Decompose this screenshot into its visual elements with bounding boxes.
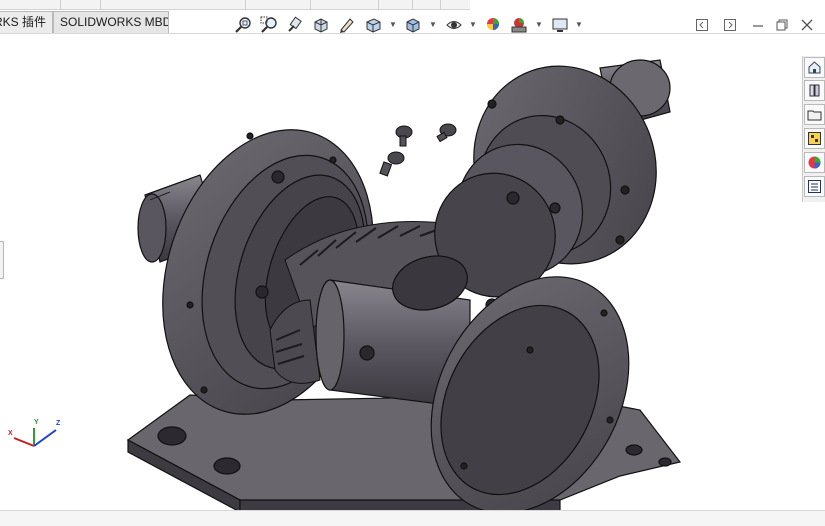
dynamic-annotation-icon[interactable] bbox=[336, 14, 358, 36]
zoom-to-fit-icon[interactable] bbox=[232, 14, 254, 36]
previous-view-icon[interactable] bbox=[284, 14, 306, 36]
apply-scene-icon[interactable] bbox=[508, 14, 530, 36]
chevron-down-icon[interactable]: ▼ bbox=[429, 20, 437, 30]
command-manager-strip bbox=[0, 0, 470, 10]
loose-screws bbox=[379, 123, 457, 177]
chevron-down-icon[interactable]: ▼ bbox=[535, 20, 543, 30]
zoom-to-area-icon[interactable] bbox=[258, 14, 280, 36]
solidworks-resources-icon[interactable] bbox=[804, 57, 825, 78]
display-style-icon[interactable] bbox=[402, 14, 424, 36]
view-settings-icon[interactable] bbox=[549, 14, 571, 36]
chevron-down-icon[interactable]: ▼ bbox=[575, 20, 583, 30]
graphics-area[interactable]: X Y Z bbox=[0, 35, 825, 514]
chevron-down-icon[interactable]: ▼ bbox=[469, 20, 477, 30]
tile-right-icon[interactable] bbox=[720, 15, 740, 35]
triad-x-label: X bbox=[8, 430, 13, 437]
appearances-scenes-icon[interactable] bbox=[804, 152, 825, 173]
edit-appearance-icon[interactable] bbox=[482, 14, 504, 36]
task-pane-tabs bbox=[802, 56, 825, 202]
view-palette-icon[interactable] bbox=[804, 128, 825, 149]
restore-icon[interactable] bbox=[772, 15, 792, 35]
custom-properties-icon[interactable] bbox=[804, 176, 825, 197]
triad-z-label: Z bbox=[56, 420, 61, 427]
file-explorer-icon[interactable] bbox=[804, 104, 825, 125]
gearbox-assembly-model[interactable] bbox=[0, 35, 825, 514]
reference-triad: X Y Z bbox=[4, 419, 64, 460]
triad-y-label: Y bbox=[34, 419, 39, 426]
feature-manager-collapse-handle[interactable] bbox=[0, 241, 4, 279]
section-view-icon[interactable] bbox=[310, 14, 332, 36]
design-library-icon[interactable] bbox=[804, 80, 825, 101]
status-bar bbox=[0, 510, 825, 526]
chevron-down-icon[interactable]: ▼ bbox=[389, 20, 397, 30]
tile-left-icon[interactable] bbox=[692, 15, 712, 35]
view-orientation-icon[interactable] bbox=[362, 14, 384, 36]
hide-show-items-icon[interactable] bbox=[443, 14, 465, 36]
close-icon[interactable] bbox=[797, 15, 817, 35]
minimize-icon[interactable] bbox=[748, 15, 768, 35]
